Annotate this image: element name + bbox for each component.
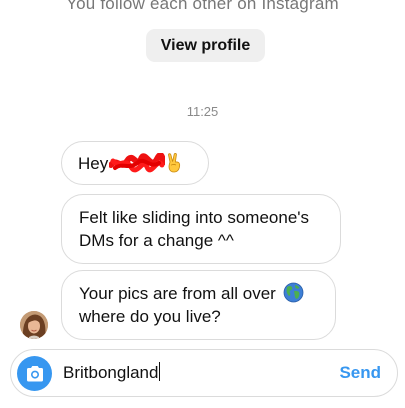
message-composer: Britbongland Send	[10, 349, 398, 397]
dm-thread-screen: You follow each other on Instagram View …	[0, 0, 405, 408]
message-bubble[interactable]: Your pics are from all over where do you…	[61, 270, 336, 340]
view-profile-button[interactable]: View profile	[146, 29, 265, 62]
follow-status-text: You follow each other on Instagram	[66, 0, 339, 13]
red-scribble-redaction-icon	[108, 152, 168, 173]
victory-hand-emoji-icon	[166, 152, 182, 173]
message-input[interactable]: Britbongland	[63, 360, 323, 386]
message-timestamp: 11:25	[186, 104, 219, 119]
camera-icon	[25, 365, 45, 383]
message-text: Your pics are from all over	[79, 284, 276, 303]
message-bubble[interactable]: Felt like sliding into someone's DMs for…	[61, 194, 341, 264]
message-input-value: Britbongland	[63, 363, 159, 382]
message-text: Hey	[78, 153, 109, 173]
message-text: Felt like sliding into someone's DMs for…	[79, 208, 310, 250]
send-button[interactable]: Send	[339, 363, 381, 383]
avatar[interactable]	[20, 311, 48, 339]
text-caret	[159, 362, 161, 381]
globe-emoji-icon	[283, 282, 304, 303]
message-bubble[interactable]: Hey	[61, 141, 209, 185]
message-text-line2: where do you live?	[79, 307, 221, 326]
camera-button[interactable]	[17, 356, 52, 391]
